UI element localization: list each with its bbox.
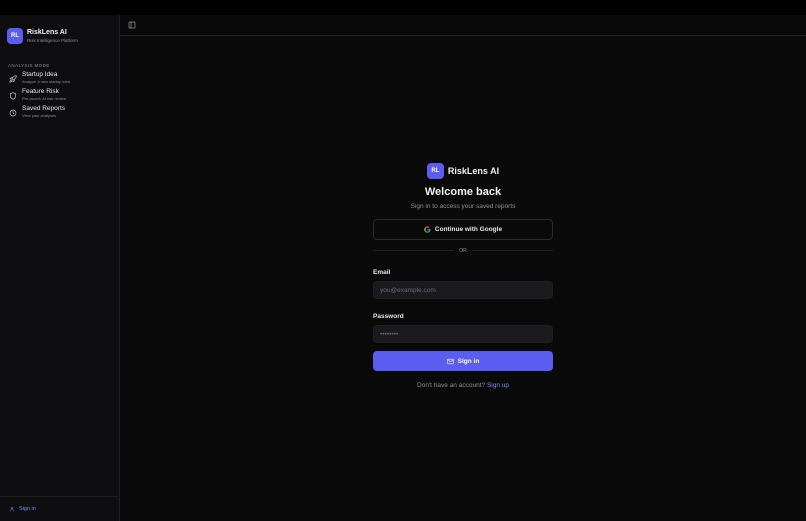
sidebar-item-description: Pre-launch AI risk review [22,96,67,101]
sidebar-item-title: Feature Risk [22,88,59,95]
signin-card: RL RiskLens AI Welcome back Sign in to a… [373,163,553,389]
auth-brand: RL RiskLens AI [373,163,553,179]
user-icon [9,506,15,512]
auth-brand-name: RiskLens AI [447,166,500,176]
page-title: Welcome back [424,186,502,198]
signin-button-label: Sign in [457,357,480,365]
sidebar-item-startup-idea[interactable]: Startup Idea Analyze a new startup idea [0,71,119,88]
brand-logo: RL [7,27,23,44]
google-signin-label: Continue with Google [434,226,503,233]
email-field[interactable] [373,281,553,299]
rocket-icon [9,75,17,83]
google-icon [424,226,431,233]
section-label: ANALYSIS MODE [8,63,50,68]
sidebar-toggle-button[interactable] [127,21,136,30]
sidebar-item-feature-risk[interactable]: Feature Risk Pre-launch AI risk review [0,88,119,105]
shield-icon [9,92,17,100]
mail-icon [446,358,454,364]
signin-button[interactable]: Sign in [373,351,553,371]
top-bar [0,0,806,15]
google-signin-button[interactable]: Continue with Google [373,219,553,240]
page-subtitle: Sign in to access your saved reports [410,203,516,210]
signup-link[interactable]: Sign up [487,382,509,389]
sidebar: RL RiskLens AI Risk Intelligence Platfor… [0,15,120,521]
password-field[interactable] [373,325,553,343]
sidebar-item-title: Saved Reports [22,105,65,112]
auth-brand-logo: RL [426,163,444,179]
clock-icon [9,109,17,117]
sidebar-signin-link[interactable]: Sign in [9,506,36,512]
sidebar-item-description: Analyze a new startup idea [22,79,71,84]
divider-text: OR [459,247,467,254]
signup-prompt: Don't have an account? Sign up [373,382,553,389]
sidebar-brand: RL RiskLens AI Risk Intelligence Platfor… [0,15,119,47]
sidebar-item-title: Startup Idea [22,71,58,78]
sidebar-item-description: View past analyses [22,113,57,118]
main-content: RL RiskLens AI Welcome back Sign in to a… [120,15,806,521]
or-divider: OR [373,246,553,255]
brand-subtitle: Risk Intelligence Platform [27,37,78,43]
sidebar-signin-label: Sign in [19,506,36,512]
sidebar-item-saved-reports[interactable]: Saved Reports View past analyses [0,105,119,122]
email-label: Email [373,269,391,276]
app-window: RL RiskLens AI Risk Intelligence Platfor… [0,15,806,521]
sidebar-nav: Startup Idea Analyze a new startup idea … [0,71,119,122]
sidebar-footer: Sign in [0,496,119,521]
password-label: Password [373,313,404,320]
panel-left-icon [128,21,135,29]
signup-prompt-text: Don't have an account? [417,382,486,389]
main-header [120,15,806,36]
brand-name: RiskLens AI [27,28,67,36]
